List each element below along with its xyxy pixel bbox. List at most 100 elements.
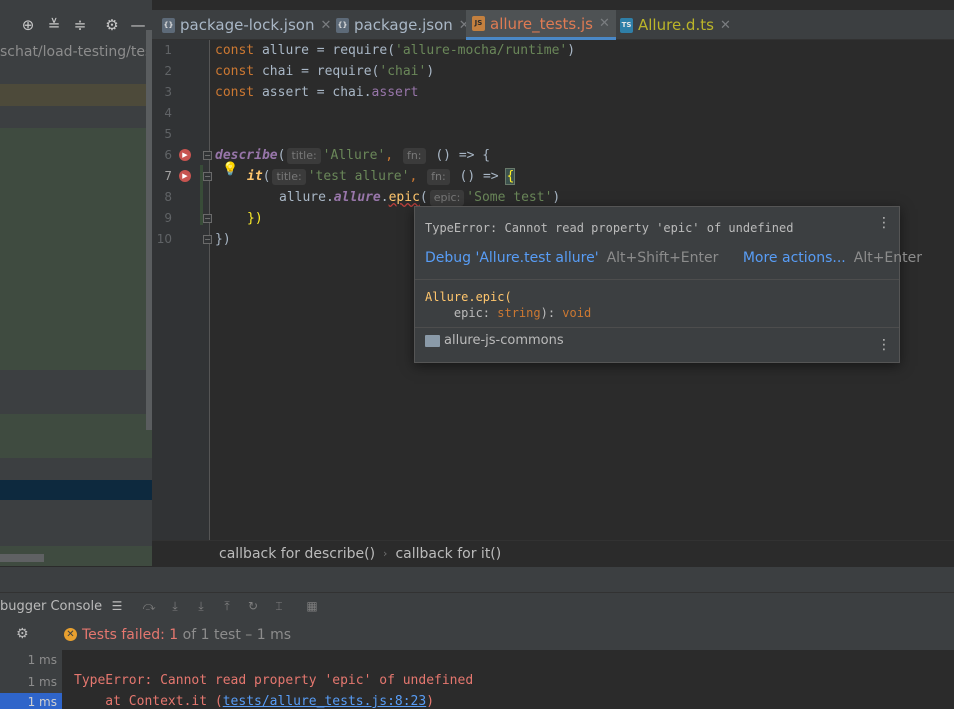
param-hint: fn: (402, 148, 426, 164)
fold-icon[interactable]: − (203, 151, 212, 160)
more-options-icon[interactable]: ⋮ (877, 215, 891, 231)
tool-window-header (0, 566, 954, 592)
tree-row-group[interactable] (0, 414, 152, 458)
tab-label: Allure.d.ts (638, 16, 714, 34)
param-hint: fn: (427, 169, 450, 185)
line-number: 2 (164, 64, 172, 78)
more-actions-link[interactable]: More actions... (743, 250, 846, 266)
code-text: ) (552, 190, 561, 205)
json-file-icon: {} (336, 17, 349, 33)
status-failed-count: 1 (169, 627, 179, 643)
console-output[interactable]: TypeError: Cannot read property 'epic' o… (62, 650, 954, 709)
project-scrollbar-horizontal[interactable] (0, 554, 44, 562)
param-hint: title: (272, 169, 306, 185)
tab-label: allure_tests.js (490, 14, 593, 33)
fold-icon[interactable]: − (203, 172, 212, 181)
line-number: 6 (164, 148, 172, 162)
matched-brace: { (505, 168, 516, 185)
tree-row-highlight[interactable] (0, 84, 152, 106)
error-message: TypeError: Cannot read property 'epic' o… (74, 673, 474, 688)
fold-end-icon[interactable]: − (203, 235, 212, 244)
breadcrumb-item[interactable]: callback for it() (395, 546, 501, 562)
tab-allure-tests[interactable]: JS allure_tests.js ✕ (466, 10, 616, 40)
code-line-3[interactable]: const assert = chai.assert (215, 82, 419, 103)
status-summary: of 1 test – 1 ms (178, 627, 292, 643)
json-file-icon: {} (162, 17, 175, 33)
code-text: allure. (279, 190, 334, 205)
line-number: 3 (164, 85, 172, 99)
string-literal: 'test allure' (307, 169, 410, 184)
tab-debugger-console[interactable]: bugger Console (0, 599, 102, 614)
code-line-9[interactable]: }) (247, 208, 263, 229)
code-line-10[interactable]: }) (215, 229, 231, 250)
collapse-all-icon[interactable]: ≑ (70, 14, 90, 36)
code-text: }) (215, 232, 231, 247)
tree-row-group[interactable] (0, 128, 152, 370)
param-type: string (497, 306, 541, 320)
module-name: allure-js-commons (444, 333, 564, 348)
close-icon[interactable]: ✕ (320, 18, 331, 33)
signature-params: epic: string): void (425, 306, 591, 320)
tree-row-selected[interactable] (0, 480, 152, 500)
breadcrumb-item[interactable]: callback for describe() (219, 546, 375, 562)
tab-package-json[interactable]: {} package.json ✕ (336, 10, 470, 40)
stack-prefix: at Context.it ( (74, 694, 223, 709)
keyword: const (215, 43, 255, 58)
line-number: 8 (164, 190, 172, 204)
test-duration[interactable]: 1 ms (28, 695, 57, 709)
tab-label: package.json (354, 16, 453, 34)
param-hint: epic: (429, 190, 465, 206)
shortcut-label: Alt+Shift+Enter (606, 250, 719, 266)
code-line-6[interactable]: describe(title: 'Allure', fn: () => { (215, 145, 490, 166)
stack-trace-line: at Context.it (tests/allure_tests.js:8:2… (74, 694, 434, 709)
gear-icon[interactable]: ⚙ (102, 14, 122, 36)
run-to-cursor-icon[interactable]: ↻ (245, 598, 261, 614)
code-text: }) (247, 211, 263, 226)
property: assert (371, 85, 419, 100)
project-path[interactable]: schat/load-testing/tes (0, 42, 152, 62)
line-number: 5 (164, 127, 172, 141)
code-line-7[interactable]: it(title:'test allure', fn: () => { (247, 166, 516, 187)
code-text: ) (567, 43, 576, 58)
test-status-bar: ⚙ ✕ Tests failed: 1 of 1 test – 1 ms (0, 620, 954, 650)
run-toolbar: bugger Console ☰ ⤼ ⤓ ⤓ ⤒ ↻ ⌶ ▦ (0, 592, 954, 620)
code-text: , (385, 148, 394, 163)
test-duration[interactable]: 1 ms (28, 675, 57, 689)
menu-icon[interactable]: ☰ (109, 598, 125, 614)
code-text: ) (426, 64, 435, 79)
code-line-2[interactable]: const chai = require('chai') (215, 61, 434, 82)
tab-package-lock[interactable]: {} package-lock.json ✕ (162, 10, 331, 40)
code-text: chai = require( (254, 64, 380, 79)
module-label[interactable]: allure-js-commons (425, 333, 564, 348)
tab-allure-dts[interactable]: TS Allure.d.ts ✕ (620, 10, 731, 40)
code-line-8[interactable]: allure.allure.epic(epic: 'Some test') (279, 187, 560, 208)
tab-label: package-lock.json (180, 16, 315, 34)
hide-icon[interactable]: — (128, 14, 148, 36)
step-into-icon[interactable]: ⤓ (167, 598, 183, 614)
popup-documentation: Allure.epic( epic: string): void (415, 280, 899, 326)
expand-all-icon[interactable]: ≚ (44, 14, 64, 36)
table-icon[interactable]: ▦ (304, 598, 320, 614)
run-test-icon[interactable]: ▶ (179, 170, 191, 182)
step-out-icon[interactable]: ⤒ (219, 598, 235, 614)
evaluate-icon[interactable]: ⌶ (271, 598, 287, 614)
code-line-1[interactable]: const allure = require('allure-mocha/run… (215, 40, 575, 61)
gear-icon[interactable]: ⚙ (16, 626, 29, 642)
param-name: epic: (425, 306, 498, 320)
run-test-icon[interactable]: ▶ (179, 149, 191, 161)
string-literal: 'chai' (379, 64, 427, 79)
close-icon[interactable]: ✕ (720, 18, 731, 33)
test-duration[interactable]: 1 ms (28, 653, 57, 667)
line-number: 1 (164, 43, 172, 57)
force-step-into-icon[interactable]: ⤓ (193, 598, 209, 614)
more-options-icon[interactable]: ⋮ (877, 337, 891, 353)
locate-icon[interactable]: ⊕ (18, 14, 38, 36)
string-literal: 'Some test' (466, 190, 553, 205)
source-link[interactable]: tests/allure_tests.js:8:23 (223, 694, 427, 709)
debug-action-link[interactable]: Debug 'Allure.test allure' (425, 250, 599, 266)
string-literal: 'allure-mocha/runtime' (395, 43, 568, 58)
code-text: () => { (427, 148, 491, 163)
step-over-icon[interactable]: ⤼ (141, 598, 157, 614)
fold-end-icon[interactable]: − (203, 214, 212, 223)
close-icon[interactable]: ✕ (599, 16, 610, 31)
